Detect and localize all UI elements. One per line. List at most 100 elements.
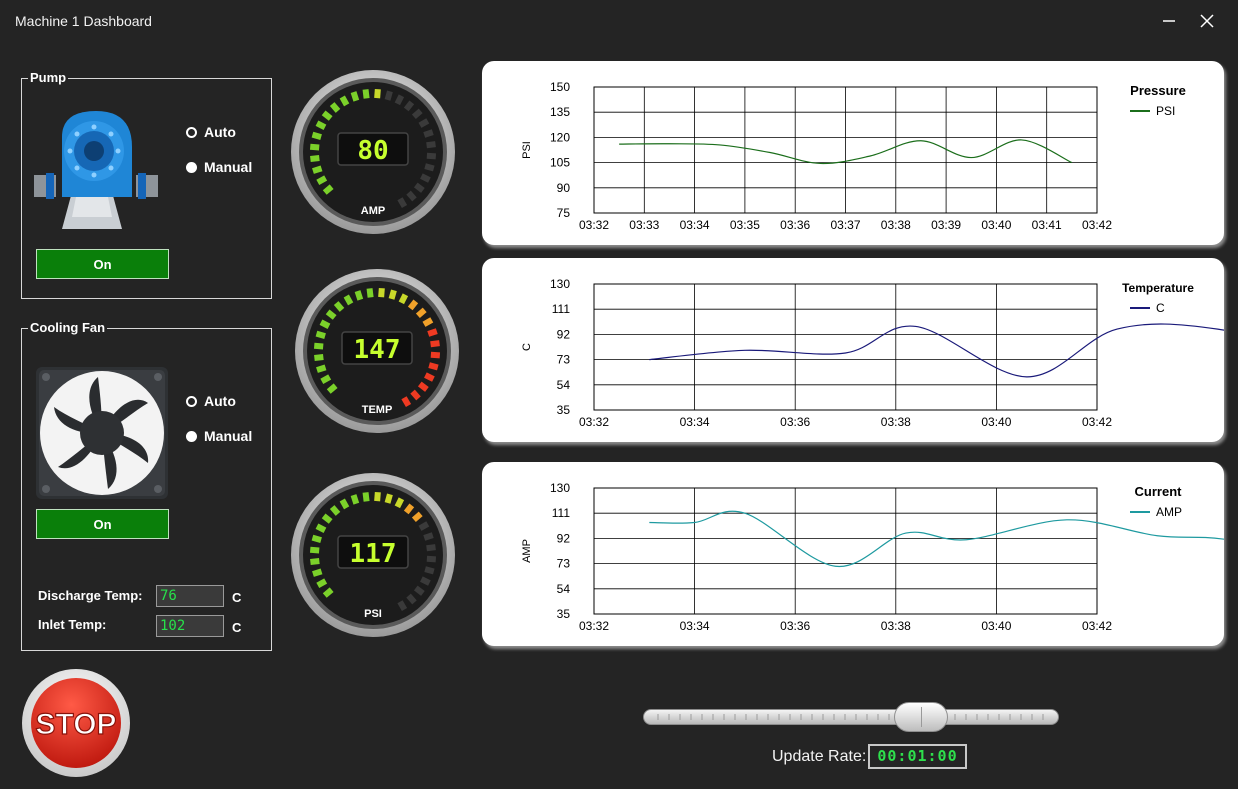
gauge-segment: [420, 576, 431, 586]
gauge-segment: [315, 523, 327, 533]
fan-on-button[interactable]: On: [36, 509, 169, 539]
pump-auto-label: Auto: [204, 124, 236, 140]
gauge-amp: 80 AMP: [290, 69, 456, 235]
y-tick-label: 111: [552, 506, 571, 520]
pump-group: Pump Auto Manual On: [21, 70, 272, 299]
gauge-segment: [423, 532, 434, 541]
temperature-chart: 35 54 73 92 111 130 03:32 03:34 03:36 03:38 03:40 0…: [521, 277, 1238, 429]
legend-series-name: AMP: [1156, 505, 1182, 519]
fan-auto-radio[interactable]: Auto: [186, 393, 236, 409]
y-tick-label: 90: [557, 181, 571, 195]
chart-legend-title: Pressure: [1130, 83, 1186, 98]
stop-button[interactable]: STOP: [21, 668, 131, 778]
pump-manual-radio[interactable]: Manual: [186, 159, 252, 175]
gauge-segment: [316, 364, 327, 373]
minimize-button[interactable]: [1154, 8, 1184, 34]
gauge-segment: [424, 163, 435, 172]
gauge-value: 80: [357, 136, 388, 166]
gauge-temp-graphic: 147 TEMP: [295, 269, 459, 433]
x-tick-label: 03:37: [830, 218, 860, 232]
fan-manual-radio[interactable]: Manual: [186, 428, 252, 444]
gauge-segment: [311, 131, 322, 140]
gauge-segment: [422, 317, 434, 327]
gauge-segment: [398, 293, 409, 305]
gauge-segment: [428, 362, 439, 371]
gauge-segment: [350, 494, 360, 505]
x-tick-label: 03:34: [680, 619, 710, 633]
gauge-label: AMP: [361, 205, 385, 217]
gauge-segment: [343, 294, 354, 306]
plot-area: [593, 283, 1098, 411]
inlet-temp-label: Inlet Temp:: [38, 617, 107, 632]
radio-unchecked-icon: [186, 126, 197, 138]
window-title: Machine 1 Dashboard: [15, 13, 152, 29]
close-button[interactable]: [1192, 8, 1222, 34]
gauge-segment: [397, 600, 408, 612]
gauge-label: PSI: [364, 608, 382, 620]
y-tick-label: 35: [557, 403, 571, 417]
y-axis-label: C: [521, 343, 533, 351]
series-line: [649, 323, 1238, 378]
gauge-value: 147: [354, 335, 401, 365]
legend-series-name: PSI: [1156, 104, 1175, 118]
x-tick-label: 03:35: [730, 218, 760, 232]
x-tick-label: 03:42: [1082, 218, 1112, 232]
gauge-segment: [423, 129, 434, 138]
gauge-segment: [388, 289, 397, 300]
y-axis-label: AMP: [521, 539, 533, 563]
gauge-segment: [420, 173, 431, 183]
update-rate-slider-track[interactable]: [643, 709, 1059, 725]
x-tick-label: 03:36: [780, 415, 810, 429]
x-tick-label: 03:38: [881, 415, 911, 429]
gauge-segment: [424, 372, 435, 382]
pump-on-button[interactable]: On: [36, 249, 169, 279]
y-tick-label: 73: [557, 557, 571, 571]
gauge-segment: [427, 328, 438, 337]
current-chart: 35 54 73 92 111 130 03:32 03:34 03:36 03:38 03:40 0…: [521, 481, 1238, 633]
gauge-segment: [426, 555, 437, 563]
pump-group-title: Pump: [28, 70, 69, 85]
chart-legend-title: Temperature: [1122, 281, 1194, 295]
x-tick-label: 03:32: [579, 619, 609, 633]
slider-ticks: [657, 714, 1044, 720]
discharge-temp-unit: C: [232, 590, 242, 605]
y-tick-label: 73: [557, 353, 571, 367]
x-tick-label: 03:42: [1082, 619, 1112, 633]
inlet-temp-unit: C: [232, 620, 242, 635]
gauge-segment: [401, 396, 412, 408]
gauge-segment: [319, 319, 331, 329]
x-tick-label: 03:40: [981, 619, 1011, 633]
x-tick-label: 03:38: [881, 619, 911, 633]
gauge-segment: [378, 287, 385, 298]
pump-auto-radio[interactable]: Auto: [186, 124, 236, 140]
gauge-amp-graphic: 80 AMP: [291, 70, 455, 234]
x-tick-label: 03:38: [881, 218, 911, 232]
y-tick-label: 54: [557, 378, 571, 392]
gauge-segment: [310, 558, 320, 566]
gauge-segment: [320, 374, 332, 384]
discharge-temp-label: Discharge Temp:: [38, 588, 143, 603]
radio-checked-icon: [186, 430, 197, 442]
x-tick-label: 03:32: [579, 415, 609, 429]
gauge-segment: [430, 340, 440, 348]
discharge-temp-field[interactable]: 76: [156, 585, 224, 607]
update-rate-slider-thumb[interactable]: [894, 702, 948, 732]
pump-manual-label: Manual: [204, 159, 253, 175]
x-tick-label: 03:39: [931, 218, 961, 232]
gauge-segment: [309, 143, 320, 151]
gauge-segment: [315, 330, 326, 339]
y-axis-label: PSI: [521, 141, 533, 159]
gauge-segment: [309, 546, 320, 554]
x-tick-label: 03:41: [1032, 218, 1062, 232]
gauge-segment: [418, 521, 430, 531]
fan-icon: [36, 367, 168, 499]
inlet-temp-field[interactable]: 102: [156, 615, 224, 637]
gauge-segment: [362, 89, 370, 99]
gauge-segment: [374, 88, 381, 99]
gauge-segment: [316, 578, 328, 588]
gauge-segment: [418, 118, 430, 128]
pressure-chart: 75 90 105 120 135 150 03:32 03:33 03:34 03:35 03:3…: [521, 80, 1186, 232]
stop-button-graphic: STOP: [22, 669, 130, 777]
gauge-segment: [384, 90, 393, 101]
gauge-psi-graphic: 117 PSI: [291, 473, 455, 637]
